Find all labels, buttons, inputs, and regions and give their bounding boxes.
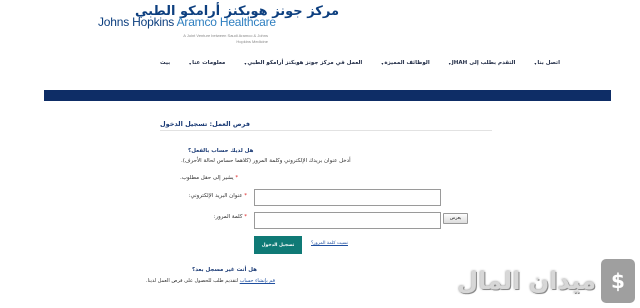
required-star: * — [244, 193, 247, 199]
watermark-text: ميدان المال — [457, 267, 596, 295]
show-password-button[interactable]: يعرض — [443, 213, 468, 224]
money-icon: $ — [601, 259, 635, 303]
register-rest-text: لتقديم طلب للحصول على فرص العمل لدينا. — [146, 278, 240, 284]
email-field[interactable] — [254, 189, 441, 206]
required-note: * يشير إلى حقل مطلوب. — [180, 175, 238, 181]
login-hint: أدخل عنوان بريدك الإلكتروني وكلمة المرور… — [181, 158, 351, 164]
email-label: * عنوان البريد الإلكتروني: — [189, 193, 247, 199]
password-label-text: كلمة المرور: — [213, 214, 243, 220]
create-account-link[interactable]: قم بإنشاء حساب — [240, 278, 275, 284]
login-button[interactable]: تسجيل الدخول — [254, 236, 302, 254]
page-title: فرص العمل: تسجيل الدخول — [160, 120, 250, 128]
watermark: ميدان المال $ — [437, 256, 635, 306]
divider — [160, 130, 492, 131]
not-registered-heading: هل أنت غير مسجل بعد؟ — [192, 267, 257, 273]
register-text: قم بإنشاء حساب لتقديم طلب للحصول على فرص… — [146, 278, 275, 284]
password-label: * كلمة المرور: — [214, 214, 247, 220]
required-star: * — [244, 214, 247, 220]
required-star: * — [235, 175, 239, 181]
password-field[interactable] — [254, 212, 441, 229]
forgot-password-link[interactable]: نسيت كلمة المرور؟ — [311, 241, 348, 246]
required-note-text: يشير إلى حقل مطلوب. — [180, 175, 234, 181]
email-label-text: عنوان البريد الإلكتروني: — [188, 193, 243, 199]
existing-account-heading: هل لديك حساب بالفعل؟ — [188, 148, 254, 154]
